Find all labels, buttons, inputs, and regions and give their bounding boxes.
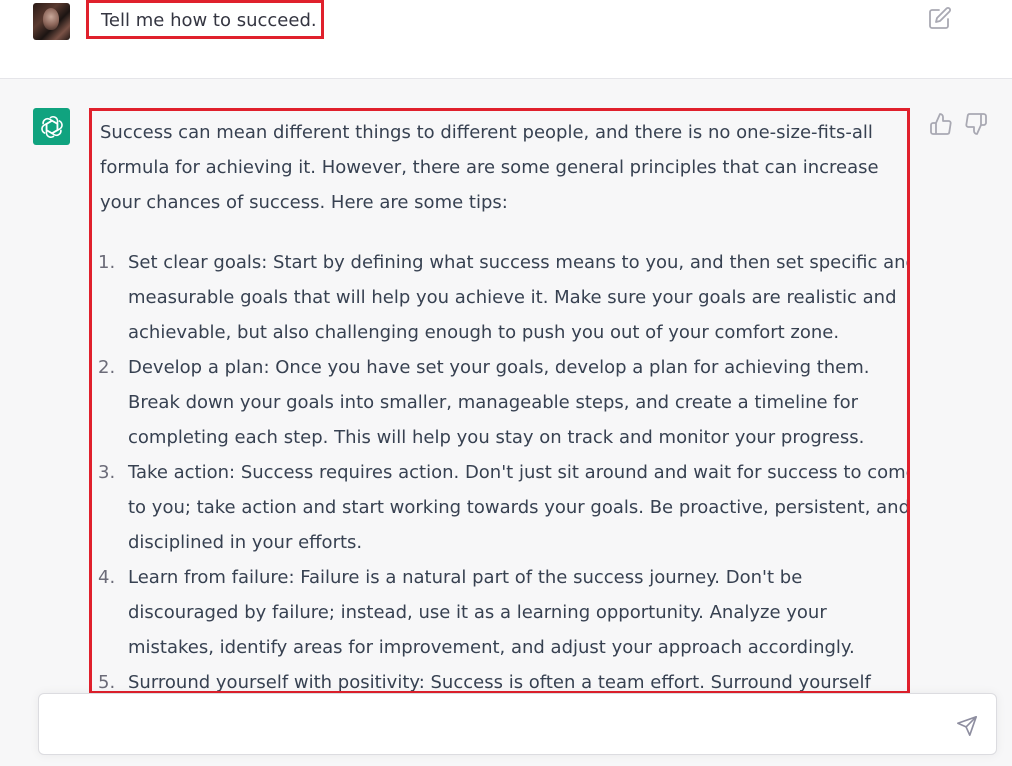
edit-message-button[interactable] [928,6,952,30]
tip-text: Develop a plan: Once you have set your g… [128,357,870,448]
tip-text: Take action: Success requires action. Do… [128,462,910,553]
edit-icon [929,7,951,29]
chat-page: Tell me how to succeed. Success can mean… [0,0,1012,766]
tip-text: Set clear goals: Start by defining what … [128,252,910,343]
thumbs-up-button[interactable] [929,112,953,136]
message-input[interactable] [55,712,939,742]
tips-list: 1. Set clear goals: Start by defining wh… [98,245,910,693]
send-icon [957,716,977,736]
user-avatar [33,3,70,40]
tip-text: Learn from failure: Failure is a natural… [128,567,855,658]
tip-number: 2. [98,357,116,378]
assistant-avatar [33,108,70,145]
response-intro: Success can mean different things to dif… [100,122,879,213]
user-avatar-face [43,8,59,30]
tip-number: 1. [98,252,116,273]
tip-number: 4. [98,567,116,588]
tip-number: 3. [98,462,116,483]
tip-number: 5. [98,672,116,693]
tip-item: 2. Develop a plan: Once you have set you… [98,350,907,455]
thumbs-up-icon [930,113,952,135]
message-input-bar [38,693,997,755]
thumbs-down-button[interactable] [964,112,988,136]
tip-item: 1. Set clear goals: Start by defining wh… [98,245,910,350]
tip-item: 5. Surround yourself with positivity: Su… [98,665,907,693]
user-message-text: Tell me how to succeed. [86,0,324,39]
tip-text: Surround yourself with positivity: Succe… [128,672,871,693]
thumbs-down-icon [965,113,987,135]
tip-item: 3. Take action: Success requires action.… [98,455,910,560]
tip-item: 4. Learn from failure: Failure is a natu… [98,560,907,665]
send-button[interactable] [956,715,978,737]
assistant-message-row: Success can mean different things to dif… [0,79,1012,766]
openai-logo-icon [40,115,63,138]
assistant-response: Success can mean different things to dif… [89,108,910,694]
user-message-row: Tell me how to succeed. [0,0,1012,79]
